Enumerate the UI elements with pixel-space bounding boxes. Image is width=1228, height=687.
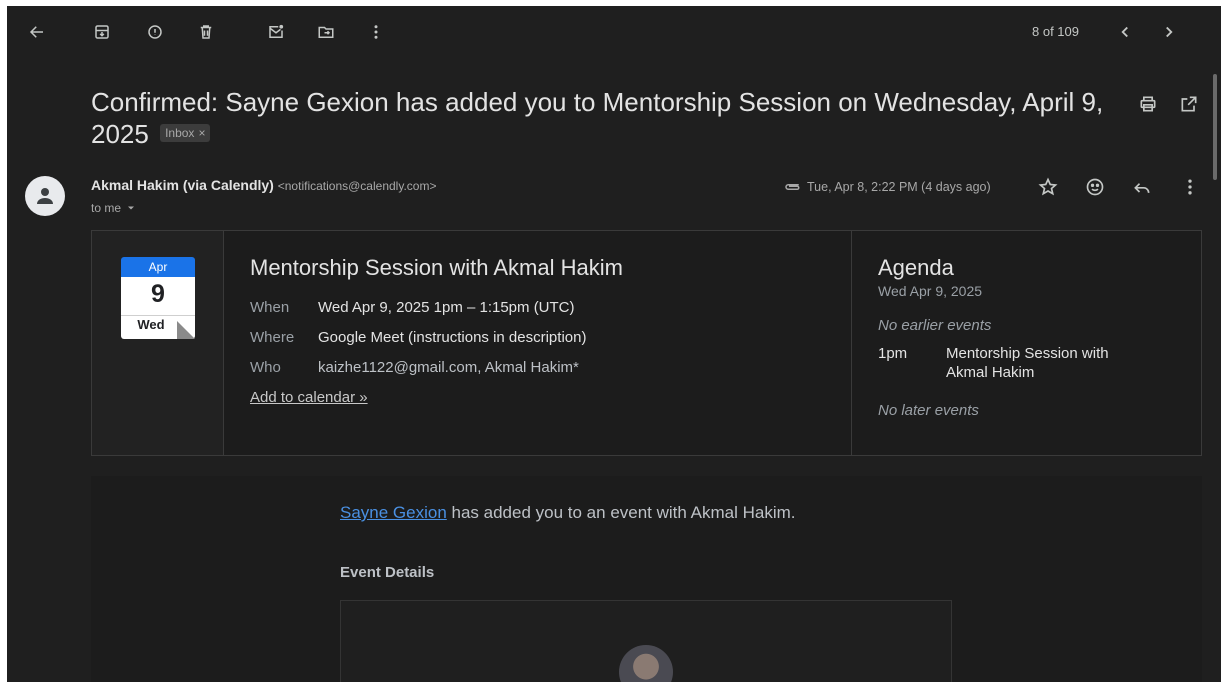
- when-value: Wed Apr 9, 2025 1pm – 1:15pm (UTC): [318, 299, 575, 316]
- agenda-date: Wed Apr 9, 2025: [878, 283, 983, 299]
- trash-icon[interactable]: [196, 22, 216, 42]
- agenda-event-time: 1pm: [878, 345, 908, 362]
- host-avatar: [619, 645, 673, 682]
- calendar-divider: [121, 315, 195, 316]
- calendar-date-icon: Apr 9 Wed: [121, 257, 197, 345]
- print-icon[interactable]: [1138, 94, 1158, 114]
- event-summary: Mentorship Session with Akmal Hakim When…: [250, 255, 623, 406]
- calendar-weekday: Wed: [137, 317, 165, 332]
- no-earlier-events: No earlier events: [878, 317, 992, 334]
- mark-unread-icon[interactable]: [266, 22, 286, 42]
- calendar-icon-panel: Apr 9 Wed: [92, 231, 224, 455]
- arrow-left-icon[interactable]: [27, 22, 47, 42]
- event-when-row: When Wed Apr 9, 2025 1pm – 1:15pm (UTC): [250, 293, 623, 323]
- open-in-new-icon[interactable]: [1179, 94, 1199, 114]
- organizer-link[interactable]: Sayne Gexion: [340, 503, 447, 522]
- where-value: Google Meet (instructions in description…: [318, 329, 587, 346]
- email-view: 8 of 109 Confirmed: Sayne Gexion has add…: [7, 6, 1221, 682]
- star-icon[interactable]: [1037, 176, 1059, 198]
- person-icon: [37, 188, 53, 204]
- agenda-title: Agenda: [878, 255, 954, 280]
- event-who-row: Who kaizhe1122@gmail.com, Akmal Hakim*: [250, 353, 623, 383]
- archive-icon[interactable]: [92, 22, 112, 42]
- label-chip-text: Inbox: [165, 126, 195, 141]
- email-subject: Confirmed: Sayne Gexion has added you to…: [91, 86, 1121, 150]
- agenda-event[interactable]: 1pm Mentorship Session with Akmal Hakim: [878, 344, 1201, 382]
- when-label: When: [250, 299, 290, 316]
- message-date: Tue, Apr 8, 2:22 PM (4 days ago): [783, 178, 991, 196]
- reply-icon[interactable]: [1131, 176, 1153, 198]
- sender-avatar[interactable]: [25, 176, 65, 216]
- body-intro-text: has added you to an event with Akmal Hak…: [446, 503, 796, 522]
- calendar-page: 9 Wed: [121, 277, 195, 339]
- event-title: Mentorship Session with Akmal Hakim: [250, 255, 623, 280]
- label-remove-icon[interactable]: ×: [198, 125, 205, 141]
- who-value: kaizhe1122@gmail.com, Akmal Hakim*: [318, 359, 579, 376]
- caret-down-icon: [128, 206, 135, 210]
- move-to-icon[interactable]: [316, 22, 336, 42]
- agenda-panel: Agenda Wed Apr 9, 2025 No earlier events…: [851, 231, 1201, 455]
- scrollbar[interactable]: [1213, 74, 1217, 180]
- calendar-invite-card: Apr 9 Wed Mentorship Session with Akmal …: [91, 230, 1202, 456]
- agenda-event-name: Mentorship Session with Akmal Hakim: [946, 345, 1109, 381]
- chevron-left-icon[interactable]: [1115, 22, 1135, 42]
- paperclip-icon: [785, 184, 800, 190]
- event-details-heading: Event Details: [340, 564, 435, 581]
- subject-text: Confirmed: Sayne Gexion has added you to…: [91, 87, 1104, 149]
- no-later-events: No later events: [878, 402, 979, 419]
- label-chip-inbox[interactable]: Inbox ×: [160, 124, 211, 143]
- more-vert-icon[interactable]: [366, 22, 386, 42]
- report-spam-icon[interactable]: [145, 22, 165, 42]
- more-vert-icon[interactable]: [1179, 176, 1201, 198]
- emoji-icon[interactable]: [1084, 176, 1106, 198]
- page-count: 8 of 109: [1032, 24, 1079, 39]
- calendar-page-fold: [177, 321, 195, 339]
- event-where-row: Where Google Meet (instructions in descr…: [250, 323, 623, 353]
- sender-name[interactable]: Akmal Hakim (via Calendly): [91, 177, 274, 193]
- calendar-day: 9: [151, 280, 165, 308]
- chevron-right-icon[interactable]: [1159, 22, 1179, 42]
- email-body: Sayne Gexion has added you to an event w…: [91, 476, 1202, 682]
- event-details-card: [340, 600, 952, 682]
- body-intro: Sayne Gexion has added you to an event w…: [340, 503, 796, 523]
- recipient-text: to me: [91, 201, 122, 215]
- calendar-month: Apr: [121, 257, 195, 277]
- sender-line: Akmal Hakim (via Calendly) <notification…: [91, 177, 436, 193]
- date-text: Tue, Apr 8, 2:22 PM (4 days ago): [807, 180, 991, 194]
- where-label: Where: [250, 329, 295, 346]
- add-to-calendar-link[interactable]: Add to calendar »: [250, 389, 623, 406]
- sender-email: <notifications@calendly.com>: [277, 179, 437, 193]
- recipient-toggle[interactable]: to me: [91, 201, 137, 215]
- who-label: Who: [250, 359, 281, 376]
